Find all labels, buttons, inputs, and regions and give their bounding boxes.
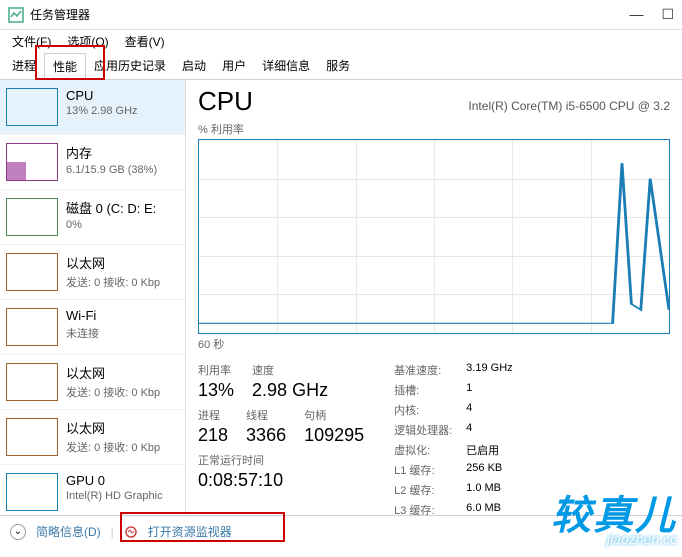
sidebar-item-cpu[interactable]: CPU 13% 2.98 GHz: [0, 80, 185, 135]
tabbar: 进程 性能 应用历史记录 启动 用户 详细信息 服务: [0, 52, 682, 80]
menu-file[interactable]: 文件(F): [6, 31, 57, 52]
uptime-label: 正常运行时间: [198, 452, 364, 468]
uptime-value: 0:08:57:10: [198, 470, 364, 491]
util-label: 利用率: [198, 362, 234, 378]
sidebar-sub: 发送: 0 接收: 0 Kbp: [66, 384, 160, 400]
sockets-k: 插槽:: [394, 382, 454, 398]
sidebar-label: CPU: [66, 88, 138, 103]
sidebar-item-ethernet-2[interactable]: 以太网发送: 0 接收: 0 Kbp: [0, 355, 185, 410]
cpu-graph: [198, 139, 670, 334]
sockets-v: 1: [466, 382, 472, 398]
sidebar-label: 以太网: [66, 363, 160, 382]
base-speed-v: 3.19 GHz: [466, 362, 512, 378]
cores-v: 4: [466, 402, 472, 418]
sidebar-sub: 未连接: [66, 325, 99, 341]
sidebar-item-memory[interactable]: 内存 6.1/15.9 GB (38%): [0, 135, 185, 190]
virt-v: 已启用: [466, 442, 499, 458]
titlebar: 任务管理器 — ☐: [0, 0, 682, 30]
sidebar-sub: 6.1/15.9 GB (38%): [66, 164, 157, 176]
graph-label: % 利用率: [198, 121, 670, 137]
content-panel: CPU Intel(R) Core(TM) i5-6500 CPU @ 3.2 …: [186, 80, 682, 515]
sidebar-label: 以太网: [66, 253, 160, 272]
menu-view[interactable]: 查看(V): [119, 31, 171, 52]
sidebar-label: Wi-Fi: [66, 308, 99, 323]
l3-v: 6.0 MB: [466, 502, 501, 515]
util-value: 13%: [198, 380, 234, 401]
l2-v: 1.0 MB: [466, 482, 501, 498]
graph-xaxis: 60 秒: [198, 336, 670, 352]
menubar: 文件(F) 选项(O) 查看(V): [0, 30, 682, 52]
main-area: CPU 13% 2.98 GHz 内存 6.1/15.9 GB (38%) 磁盘 0…: [0, 80, 682, 515]
proc-label: 进程: [198, 407, 228, 423]
sidebar-label: 磁盘 0 (C: D: E:: [66, 198, 156, 217]
menu-options[interactable]: 选项(O): [61, 31, 114, 52]
open-resmon-link[interactable]: 打开资源监视器: [148, 523, 232, 540]
l1-k: L1 缓存:: [394, 462, 454, 478]
tab-performance[interactable]: 性能: [44, 53, 86, 80]
cpu-thumb: [6, 88, 58, 126]
sidebar-sub: 0%: [66, 219, 156, 231]
logical-k: 逻辑处理器:: [394, 422, 454, 438]
disk-thumb: [6, 198, 58, 236]
l2-k: L2 缓存:: [394, 482, 454, 498]
stats-area: 利用率13% 速度2.98 GHz 进程218 线程3366 句柄109295 …: [198, 362, 670, 515]
cpu-model: Intel(R) Core(TM) i5-6500 CPU @ 3.2: [468, 99, 670, 113]
sidebar-label: 以太网: [66, 418, 160, 437]
sidebar-sub: 发送: 0 接收: 0 Kbp: [66, 274, 160, 290]
sidebar-item-ethernet-1[interactable]: 以太网发送: 0 接收: 0 Kbp: [0, 245, 185, 300]
net-thumb: [6, 253, 58, 291]
speed-label: 速度: [252, 362, 328, 378]
sidebar-label: GPU 0: [66, 473, 163, 488]
maximize-button[interactable]: ☐: [661, 6, 674, 23]
cpu-heading: CPU: [198, 86, 253, 117]
thread-value: 3366: [246, 425, 286, 446]
sidebar-item-gpu[interactable]: GPU 0 Intel(R) HD Graphic: [0, 465, 185, 515]
sidebar-label: 内存: [66, 143, 157, 162]
fewer-details-link[interactable]: 简略信息(D): [36, 523, 101, 540]
sidebar-sub: 发送: 0 接收: 0 Kbp: [66, 439, 160, 455]
proc-value: 218: [198, 425, 228, 446]
minimize-button[interactable]: —: [629, 6, 643, 23]
tab-details[interactable]: 详细信息: [254, 53, 318, 78]
tab-processes[interactable]: 进程: [4, 53, 44, 78]
net-thumb: [6, 418, 58, 456]
speed-value: 2.98 GHz: [252, 380, 328, 401]
sidebar-sub: Intel(R) HD Graphic: [66, 490, 163, 502]
mem-thumb: [6, 143, 58, 181]
net-thumb: [6, 363, 58, 401]
footer: ⌄ 简略信息(D) | 打开资源监视器: [0, 515, 682, 547]
sidebar-item-disk[interactable]: 磁盘 0 (C: D: E: 0%: [0, 190, 185, 245]
window-controls: — ☐: [629, 6, 674, 23]
gpu-thumb: [6, 473, 58, 511]
tab-services[interactable]: 服务: [318, 53, 358, 78]
sidebar-item-wifi[interactable]: Wi-Fi 未连接: [0, 300, 185, 355]
cores-k: 内核:: [394, 402, 454, 418]
handle-value: 109295: [304, 425, 364, 446]
l1-v: 256 KB: [466, 462, 502, 478]
logical-v: 4: [466, 422, 472, 438]
thread-label: 线程: [246, 407, 286, 423]
window-title: 任务管理器: [30, 6, 629, 23]
tab-users[interactable]: 用户: [214, 53, 254, 78]
divider: |: [111, 525, 114, 539]
base-speed-k: 基准速度:: [394, 362, 454, 378]
tab-app-history[interactable]: 应用历史记录: [86, 53, 174, 78]
virt-k: 虚拟化:: [394, 442, 454, 458]
handle-label: 句柄: [304, 407, 364, 423]
chevron-down-icon[interactable]: ⌄: [10, 524, 26, 540]
l3-k: L3 缓存:: [394, 502, 454, 515]
taskmgr-icon: [8, 7, 24, 23]
sidebar[interactable]: CPU 13% 2.98 GHz 内存 6.1/15.9 GB (38%) 磁盘 0…: [0, 80, 186, 515]
sidebar-sub: 13% 2.98 GHz: [66, 105, 138, 117]
sidebar-item-ethernet-3[interactable]: 以太网发送: 0 接收: 0 Kbp: [0, 410, 185, 465]
tab-startup[interactable]: 启动: [174, 53, 214, 78]
resmon-icon: [124, 525, 138, 539]
wifi-thumb: [6, 308, 58, 346]
